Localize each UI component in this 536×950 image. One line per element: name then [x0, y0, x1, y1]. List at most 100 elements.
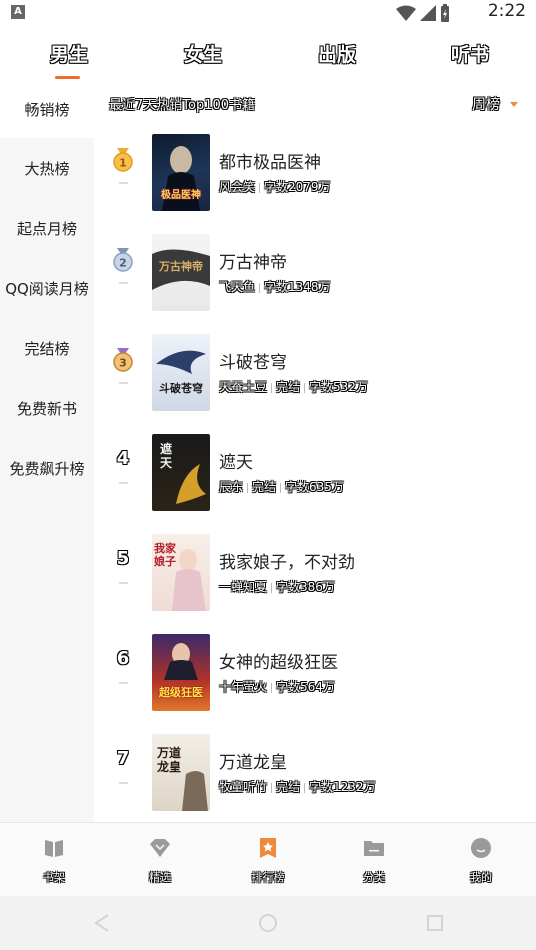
- book-status: 完结: [252, 480, 277, 494]
- book-meta: 辰东 完结 字数635万: [219, 478, 344, 495]
- rank-badge: 3: [110, 348, 136, 376]
- book-word-count: 字数386万: [276, 580, 335, 594]
- cover-title: 万古神帝: [159, 260, 203, 273]
- meta-divider: [304, 382, 306, 393]
- sidebar-item-free-rising[interactable]: 免费飙升榜: [0, 458, 94, 479]
- book-cover[interactable]: 斗破苍穹: [152, 334, 210, 411]
- meta-divider: [280, 482, 282, 493]
- book-cover[interactable]: 遮天: [152, 434, 210, 511]
- book-author: 一蝉知夏: [219, 580, 268, 594]
- sidebar-item-qq-monthly[interactable]: QQ阅读月榜: [0, 278, 94, 299]
- ranking-list: 最近7天热销Top100书籍 周榜 1 极品医神 都市极品医神 风会笑 字数207…: [94, 84, 536, 822]
- period-dropdown[interactable]: 周榜: [472, 94, 500, 114]
- book-row[interactable]: 5 我家娘子 我家娘子，不对劲 一蝉知夏 字数386万: [94, 534, 536, 634]
- profile-icon: [471, 838, 491, 858]
- nav-profile[interactable]: 我的: [451, 837, 511, 885]
- tab-male[interactable]: 男生: [50, 40, 88, 67]
- recent-apps-icon[interactable]: [426, 914, 444, 932]
- list-header-title: 最近7天热销Top100书籍: [109, 98, 256, 113]
- book-cover[interactable]: 万古神帝: [152, 234, 210, 311]
- active-tab-indicator: [55, 76, 80, 79]
- book-row[interactable]: 3 斗破苍穹 斗破苍穹 天蚕土豆 完结 字数532万: [94, 334, 536, 434]
- book-word-count: 字数2079万: [264, 180, 331, 194]
- book-meta: 牧童听竹 完结 字数1232万: [219, 778, 376, 795]
- book-meta: 十年萤火 字数564万: [219, 678, 335, 695]
- sidebar-item-qidian-monthly[interactable]: 起点月榜: [0, 218, 94, 239]
- back-icon[interactable]: [92, 913, 112, 933]
- cover-title: 万道龙皇: [156, 746, 181, 774]
- status-notification-icon: A: [11, 5, 25, 19]
- meta-divider: [304, 782, 306, 793]
- sidebar-item-bestseller[interactable]: 畅销榜: [0, 84, 94, 138]
- book-row[interactable]: 1 极品医神 都市极品医神 风会笑 字数2079万: [94, 134, 536, 234]
- rank-number: 5: [116, 548, 130, 569]
- bottom-navigation: 书架 精选 排行榜 分类 我的: [0, 822, 536, 896]
- book-meta: 风会笑 字数2079万: [219, 178, 331, 195]
- cover-title: 斗破苍穹: [159, 382, 203, 395]
- book-status: 完结: [276, 780, 301, 794]
- cover-title: 极品医神: [161, 190, 201, 201]
- rank-divider: [119, 182, 128, 184]
- cover-title: 我家娘子: [154, 542, 176, 568]
- book-row[interactable]: 7 万道龙皇 万道龙皇 牧童听竹 完结 字数1232万: [94, 734, 536, 834]
- sidebar-item-free-new[interactable]: 免费新书: [0, 398, 94, 419]
- home-icon[interactable]: [258, 913, 278, 933]
- rank-divider: [119, 482, 128, 484]
- chevron-down-icon[interactable]: [510, 102, 518, 107]
- book-title: 遮天: [219, 453, 253, 473]
- rank-badge: 1: [110, 148, 136, 176]
- rank-divider: [119, 282, 128, 284]
- top-category-tabs: 男生 女生 出版 听书: [0, 26, 536, 84]
- sidebar-item-hot[interactable]: 大热榜: [0, 158, 94, 179]
- nav-label: 书架: [43, 871, 65, 884]
- book-cover[interactable]: 我家娘子: [152, 534, 210, 611]
- bookshelf-icon: [45, 840, 63, 857]
- nav-bookshelf[interactable]: 书架: [24, 837, 84, 885]
- book-cover[interactable]: 万道龙皇: [152, 734, 210, 811]
- gold-medal-icon: 1: [113, 148, 133, 172]
- rank-number: 1: [119, 157, 127, 170]
- nav-ranking[interactable]: 排行榜: [238, 837, 298, 885]
- rank-divider: [119, 382, 128, 384]
- nav-category[interactable]: 分类: [344, 837, 404, 885]
- nav-label: 精选: [149, 871, 171, 884]
- rank-number: 4: [116, 448, 130, 469]
- tab-audiobook[interactable]: 听书: [451, 40, 489, 67]
- meta-divider: [259, 282, 261, 293]
- status-time: 2:22: [487, 1, 526, 21]
- meta-divider: [271, 382, 273, 393]
- meta-divider: [271, 582, 273, 593]
- book-cover[interactable]: 超级狂医: [152, 634, 210, 711]
- book-row[interactable]: 6 超级狂医 女神的超级狂医 十年萤火 字数564万: [94, 634, 536, 734]
- ranking-sidebar: 畅销榜 大热榜 起点月榜 QQ阅读月榜 完结榜 免费新书 免费飙升榜: [0, 84, 94, 822]
- rank-divider: [119, 582, 128, 584]
- rank-badge: 7: [110, 748, 136, 769]
- book-status: 完结: [276, 380, 301, 394]
- rank-number: 2: [119, 257, 127, 270]
- book-word-count: 字数564万: [276, 680, 335, 694]
- silver-medal-icon: 2: [113, 248, 133, 272]
- status-icons: [396, 4, 450, 22]
- bronze-medal-icon: 3: [113, 348, 133, 372]
- sidebar-item-completed[interactable]: 完结榜: [0, 338, 94, 359]
- tab-publishing[interactable]: 出版: [318, 40, 356, 67]
- tab-female[interactable]: 女生: [184, 40, 222, 67]
- book-title: 女神的超级狂医: [219, 653, 338, 673]
- book-title: 万道龙皇: [219, 753, 287, 773]
- book-author: 辰东: [219, 480, 244, 494]
- meta-divider: [271, 782, 273, 793]
- nav-label: 我的: [470, 871, 492, 884]
- cover-title: 超级狂医: [159, 686, 203, 699]
- book-cover[interactable]: 极品医神: [152, 134, 210, 211]
- book-author: 飞天鱼: [219, 280, 256, 294]
- status-bar: A 2:22: [0, 0, 536, 26]
- book-row[interactable]: 4 遮天 遮天 辰东 完结 字数635万: [94, 434, 536, 534]
- nav-featured[interactable]: 精选: [130, 837, 190, 885]
- nav-label: 排行榜: [251, 871, 285, 884]
- wifi-icon: [396, 5, 416, 21]
- book-word-count: 字数1348万: [264, 280, 331, 294]
- book-row[interactable]: 2 万古神帝 万古神帝 飞天鱼 字数1348万: [94, 234, 536, 334]
- cover-art: [156, 350, 206, 374]
- meta-divider: [259, 182, 261, 193]
- meta-divider: [247, 482, 249, 493]
